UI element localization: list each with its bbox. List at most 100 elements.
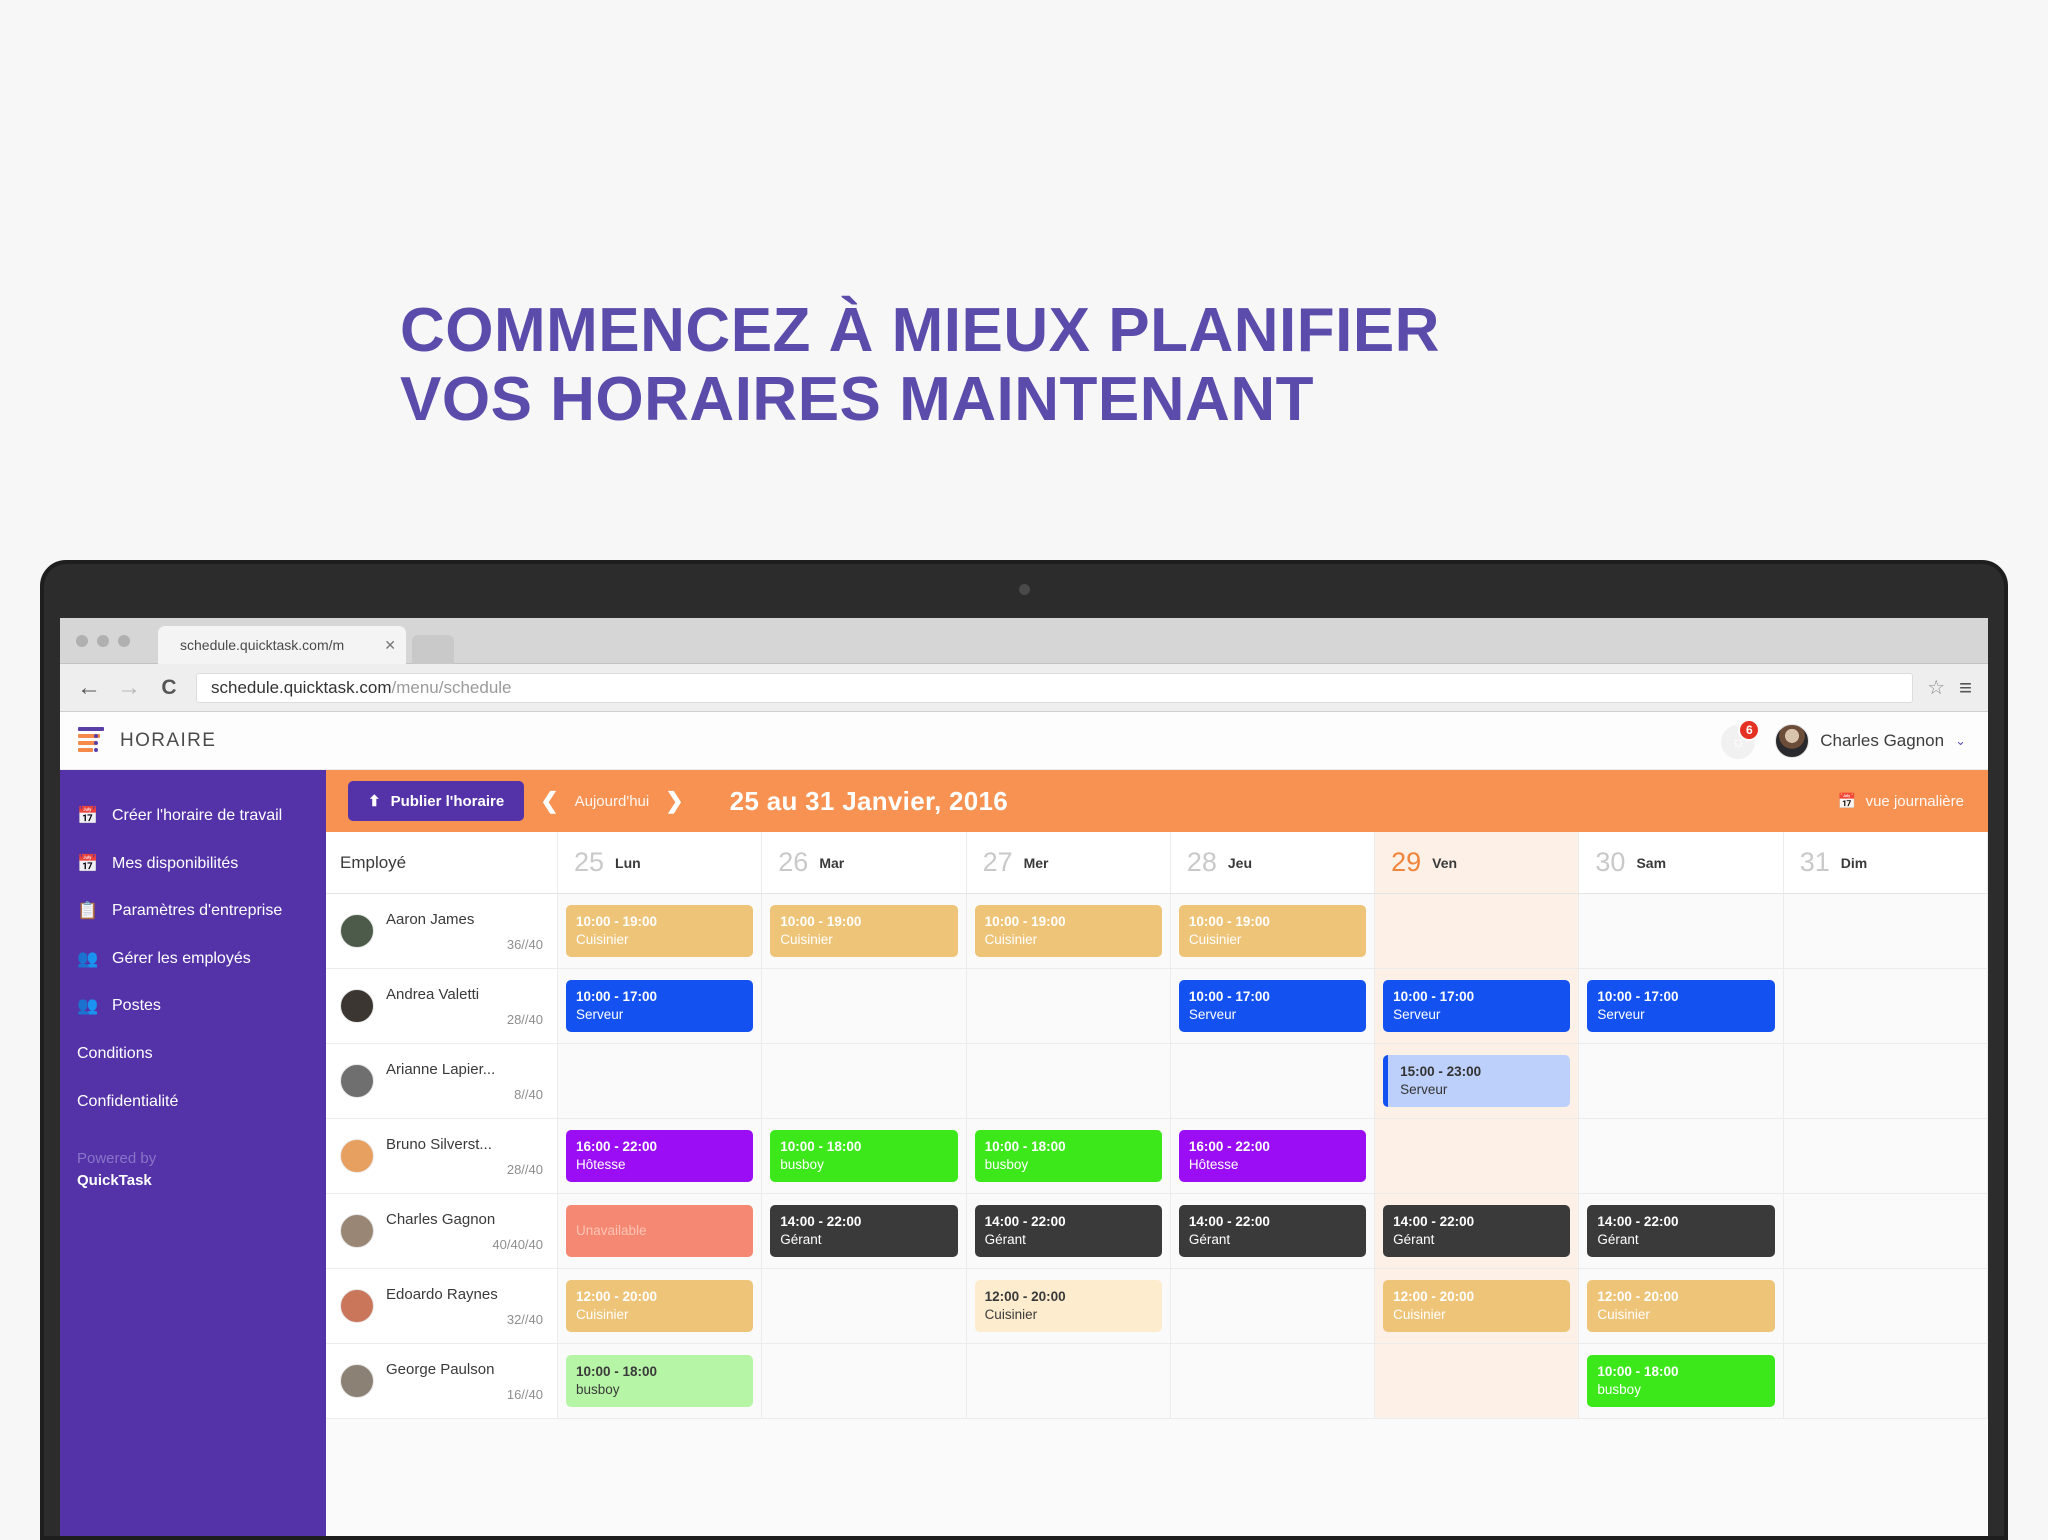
day-header-31[interactable]: 31 Dim: [1783, 832, 1988, 893]
schedule-cell[interactable]: 14:00 - 22:00 Gérant: [1375, 1194, 1580, 1268]
schedule-cell[interactable]: [966, 969, 1171, 1043]
schedule-cell[interactable]: 12:00 - 20:00 Cuisinier: [1579, 1269, 1784, 1343]
schedule-cell[interactable]: 14:00 - 22:00 Gérant: [1170, 1194, 1376, 1268]
sidebar-item-gerer-les-employes[interactable]: 👥 Gérer les employés: [60, 935, 326, 983]
shift-card[interactable]: 14:00 - 22:00 Gérant: [770, 1204, 958, 1258]
schedule-cell[interactable]: 10:00 - 19:00 Cuisinier: [1170, 894, 1376, 968]
employee-cell[interactable]: George Paulson 16//40: [326, 1344, 558, 1418]
schedule-cell[interactable]: 15:00 - 23:00 Serveur: [1375, 1044, 1580, 1118]
shift-card[interactable]: 12:00 - 20:00 Cuisinier: [974, 1279, 1162, 1333]
forward-arrow-icon[interactable]: →: [116, 675, 142, 700]
new-tab-button[interactable]: [412, 635, 454, 664]
schedule-cell[interactable]: [1375, 1344, 1580, 1418]
shift-card[interactable]: Unavailable: [566, 1205, 754, 1257]
shift-card[interactable]: 10:00 - 18:00 busboy: [566, 1354, 754, 1408]
chevron-down-icon[interactable]: ⌄: [1955, 733, 1966, 749]
schedule-cell[interactable]: 10:00 - 17:00 Serveur: [1375, 969, 1580, 1043]
schedule-cell[interactable]: 10:00 - 18:00 busboy: [1579, 1344, 1784, 1418]
shift-card[interactable]: 15:00 - 23:00 Serveur: [1383, 1054, 1571, 1108]
maximize-window-dot[interactable]: [118, 635, 130, 647]
schedule-cell[interactable]: 12:00 - 20:00 Cuisinier: [966, 1269, 1171, 1343]
schedule-cell[interactable]: [1783, 894, 1988, 968]
schedule-cell[interactable]: 10:00 - 19:00 Cuisinier: [966, 894, 1171, 968]
schedule-cell[interactable]: 10:00 - 18:00 busboy: [966, 1119, 1171, 1193]
day-header-25[interactable]: 25 Lun: [558, 832, 763, 893]
schedule-cell[interactable]: 10:00 - 18:00 busboy: [762, 1119, 967, 1193]
schedule-cell[interactable]: [1170, 1344, 1376, 1418]
schedule-cell[interactable]: [966, 1044, 1171, 1118]
day-header-29-today[interactable]: 29 Ven: [1375, 832, 1580, 893]
schedule-cell[interactable]: [966, 1344, 1171, 1418]
shift-card[interactable]: 14:00 - 22:00 Gérant: [1178, 1204, 1367, 1258]
sidebar-item-postes[interactable]: 👥 Postes: [60, 982, 326, 1030]
schedule-cell[interactable]: [1375, 894, 1580, 968]
shift-card[interactable]: 10:00 - 19:00 Cuisinier: [974, 904, 1162, 958]
employee-cell[interactable]: Edoardo Raynes 32//40: [326, 1269, 558, 1343]
shift-card[interactable]: 10:00 - 18:00 busboy: [770, 1129, 958, 1183]
close-window-dot[interactable]: [76, 635, 88, 647]
sidebar-link-conditions[interactable]: Conditions: [60, 1030, 326, 1078]
user-menu[interactable]: Charles Gagnon ⌄: [1775, 723, 1966, 758]
shift-card[interactable]: 16:00 - 22:00 Hôtesse: [566, 1129, 754, 1183]
shift-card[interactable]: 10:00 - 18:00 busboy: [1587, 1354, 1775, 1408]
schedule-cell[interactable]: 10:00 - 17:00 Serveur: [558, 969, 763, 1043]
window-controls[interactable]: [76, 635, 130, 647]
schedule-cell[interactable]: 14:00 - 22:00 Gérant: [966, 1194, 1171, 1268]
publish-schedule-button[interactable]: ⬆ Publier l'horaire: [348, 781, 525, 821]
schedule-cell[interactable]: 16:00 - 22:00 Hôtesse: [1170, 1119, 1376, 1193]
schedule-cell[interactable]: 14:00 - 22:00 Gérant: [762, 1194, 967, 1268]
sidebar-item-mes-disponibilites[interactable]: 📅 Mes disponibilités: [60, 840, 326, 888]
schedule-cell[interactable]: [1375, 1119, 1580, 1193]
schedule-cell[interactable]: [558, 1044, 763, 1118]
day-header-30[interactable]: 30 Sam: [1579, 832, 1784, 893]
schedule-cell[interactable]: [1579, 894, 1784, 968]
schedule-cell[interactable]: [762, 1269, 967, 1343]
schedule-cell[interactable]: [762, 969, 967, 1043]
shift-card[interactable]: 10:00 - 17:00 Serveur: [1383, 979, 1571, 1033]
day-header-27[interactable]: 27 Mer: [966, 832, 1171, 893]
reload-icon[interactable]: C: [156, 677, 182, 698]
day-header-28[interactable]: 28 Jeu: [1170, 832, 1376, 893]
employee-cell[interactable]: Charles Gagnon 40/40/40: [326, 1194, 558, 1268]
close-icon[interactable]: ✕: [378, 637, 396, 654]
schedule-cell[interactable]: [762, 1044, 967, 1118]
schedule-cell[interactable]: [1783, 1194, 1988, 1268]
shift-card[interactable]: 16:00 - 22:00 Hôtesse: [1178, 1129, 1367, 1183]
schedule-cell[interactable]: [762, 1344, 967, 1418]
employee-cell[interactable]: Andrea Valetti 28//40: [326, 969, 558, 1043]
previous-week-icon[interactable]: ❮: [524, 788, 574, 814]
schedule-cell[interactable]: 10:00 - 17:00 Serveur: [1579, 969, 1784, 1043]
schedule-cell[interactable]: 10:00 - 17:00 Serveur: [1170, 969, 1376, 1043]
employee-cell[interactable]: Aaron James 36//40: [326, 894, 558, 968]
bookmark-star-icon[interactable]: ☆: [1927, 675, 1945, 700]
schedule-cell[interactable]: [1783, 1269, 1988, 1343]
shift-card[interactable]: 10:00 - 18:00 busboy: [974, 1129, 1162, 1183]
schedule-cell[interactable]: [1783, 969, 1988, 1043]
shift-card[interactable]: 14:00 - 22:00 Gérant: [1587, 1204, 1775, 1258]
employee-cell[interactable]: Bruno Silverst... 28//40: [326, 1119, 558, 1193]
next-week-icon[interactable]: ❯: [649, 788, 699, 814]
day-header-26[interactable]: 26 Mar: [762, 832, 967, 893]
schedule-cell[interactable]: [1579, 1119, 1784, 1193]
shift-card[interactable]: 10:00 - 17:00 Serveur: [1587, 979, 1775, 1033]
shift-card[interactable]: 14:00 - 22:00 Gérant: [1383, 1204, 1571, 1258]
schedule-cell[interactable]: 10:00 - 18:00 busboy: [558, 1344, 763, 1418]
sidebar-item-parametres-entreprise[interactable]: 📋 Paramètres d'entreprise: [60, 887, 326, 935]
schedule-cell[interactable]: [1783, 1344, 1988, 1418]
back-arrow-icon[interactable]: ←: [76, 675, 102, 700]
day-view-button[interactable]: 📅 vue journalière: [1838, 792, 1964, 811]
shift-card[interactable]: 12:00 - 20:00 Cuisinier: [1587, 1279, 1775, 1333]
schedule-cell[interactable]: 14:00 - 22:00 Gérant: [1579, 1194, 1784, 1268]
shift-card[interactable]: 10:00 - 17:00 Serveur: [1178, 979, 1367, 1033]
shift-card[interactable]: 12:00 - 20:00 Cuisinier: [566, 1279, 754, 1333]
minimize-window-dot[interactable]: [97, 635, 109, 647]
shift-card[interactable]: 10:00 - 19:00 Cuisinier: [566, 904, 754, 958]
schedule-cell[interactable]: 10:00 - 19:00 Cuisinier: [762, 894, 967, 968]
shift-card[interactable]: 10:00 - 19:00 Cuisinier: [770, 904, 958, 958]
employee-cell[interactable]: Arianne Lapier... 8//40: [326, 1044, 558, 1118]
today-button[interactable]: Aujourd'hui: [575, 793, 650, 810]
schedule-cell[interactable]: [1783, 1119, 1988, 1193]
schedule-cell[interactable]: Unavailable: [558, 1194, 763, 1268]
schedule-cell[interactable]: 10:00 - 19:00 Cuisinier: [558, 894, 763, 968]
schedule-cell[interactable]: 12:00 - 20:00 Cuisinier: [558, 1269, 763, 1343]
